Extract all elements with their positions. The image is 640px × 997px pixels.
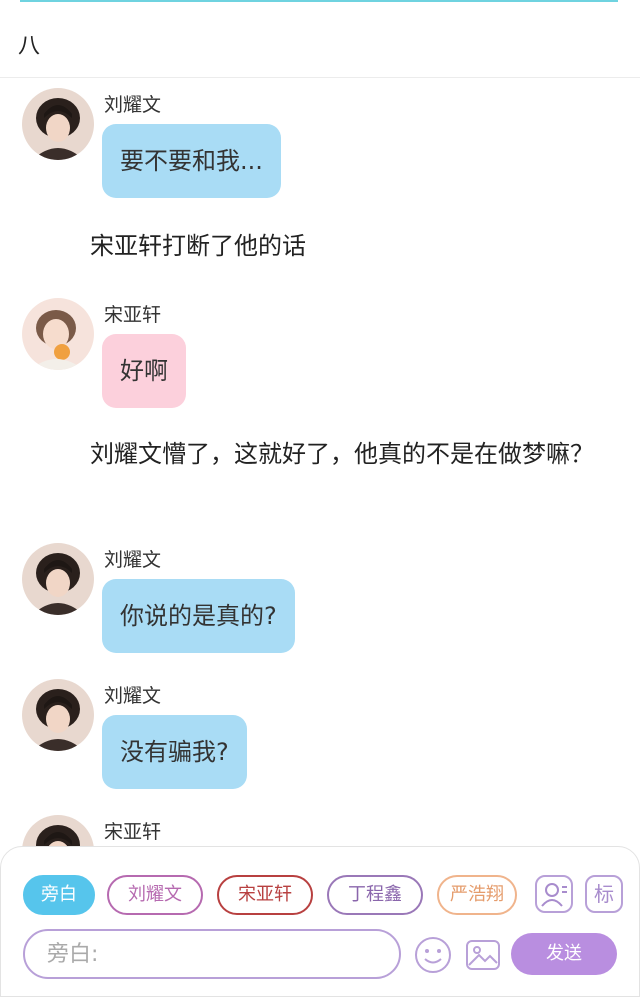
role-tab-yan-haoxiang[interactable]: 严浩翔 <box>437 875 517 915</box>
chat-bubble[interactable]: 你说的是真的? <box>102 579 295 653</box>
chat-bubble[interactable]: 要不要和我... <box>102 124 281 198</box>
speaker-name: 刘耀文 <box>104 94 162 116</box>
narration-text: 宋亚轩打断了他的话 <box>90 232 306 260</box>
speaker-name: 刘耀文 <box>104 685 162 707</box>
speaker-name: 宋亚轩 <box>104 304 162 326</box>
chat-message: 刘耀文 你说的是真的? <box>0 533 640 663</box>
chat-area[interactable]: 刘耀文 要不要和我... 宋亚轩打断了他的话 宋亚轩 好啊 刘耀文懵了，这就好了… <box>0 78 640 848</box>
chapter-title: 八 <box>18 34 41 59</box>
image-icon <box>466 940 500 970</box>
emoji-icon <box>415 937 451 973</box>
composer-panel: 旁白 刘耀文 宋亚轩 丁程鑫 严浩翔 标 发送 <box>0 846 640 997</box>
avatar-song-yaxuan[interactable] <box>22 298 94 370</box>
avatar-liu-yaowen[interactable] <box>22 815 94 848</box>
image-button[interactable] <box>463 935 503 975</box>
chat-message: 刘耀文 要不要和我... <box>0 78 640 208</box>
speaker-name: 刘耀文 <box>104 549 162 571</box>
role-tab-narrator[interactable]: 旁白 <box>23 875 95 915</box>
chat-bubble[interactable]: 好啊 <box>102 334 186 408</box>
role-tab-ding-chengxin[interactable]: 丁程鑫 <box>327 875 423 915</box>
role-tab-song-yaxuan[interactable]: 宋亚轩 <box>217 875 313 915</box>
avatar-liu-yaowen[interactable] <box>22 543 94 615</box>
avatar-liu-yaowen[interactable] <box>22 679 94 751</box>
speaker-name: 宋亚轩 <box>104 821 162 843</box>
chat-message: 宋亚轩 好啊 <box>0 288 640 418</box>
narration-text: 刘耀文懵了，这就好了，他真的不是在做梦嘛？ <box>90 440 594 468</box>
mark-label: 标 <box>594 882 614 906</box>
chat-message: 刘耀文 没有骗我? <box>0 669 640 799</box>
role-tab-liu-yaowen[interactable]: 刘耀文 <box>107 875 203 915</box>
mark-button[interactable]: 标 <box>585 875 623 913</box>
message-input[interactable] <box>23 929 401 979</box>
chat-message: 宋亚轩 <box>0 805 640 848</box>
chapter-header: 八 <box>0 2 640 78</box>
emoji-button[interactable] <box>413 935 453 975</box>
person-card-icon <box>541 883 567 907</box>
send-button[interactable]: 发送 <box>511 933 617 975</box>
character-manage-button[interactable] <box>535 875 573 913</box>
avatar-liu-yaowen[interactable] <box>22 88 94 160</box>
chat-bubble[interactable]: 没有骗我? <box>102 715 247 789</box>
